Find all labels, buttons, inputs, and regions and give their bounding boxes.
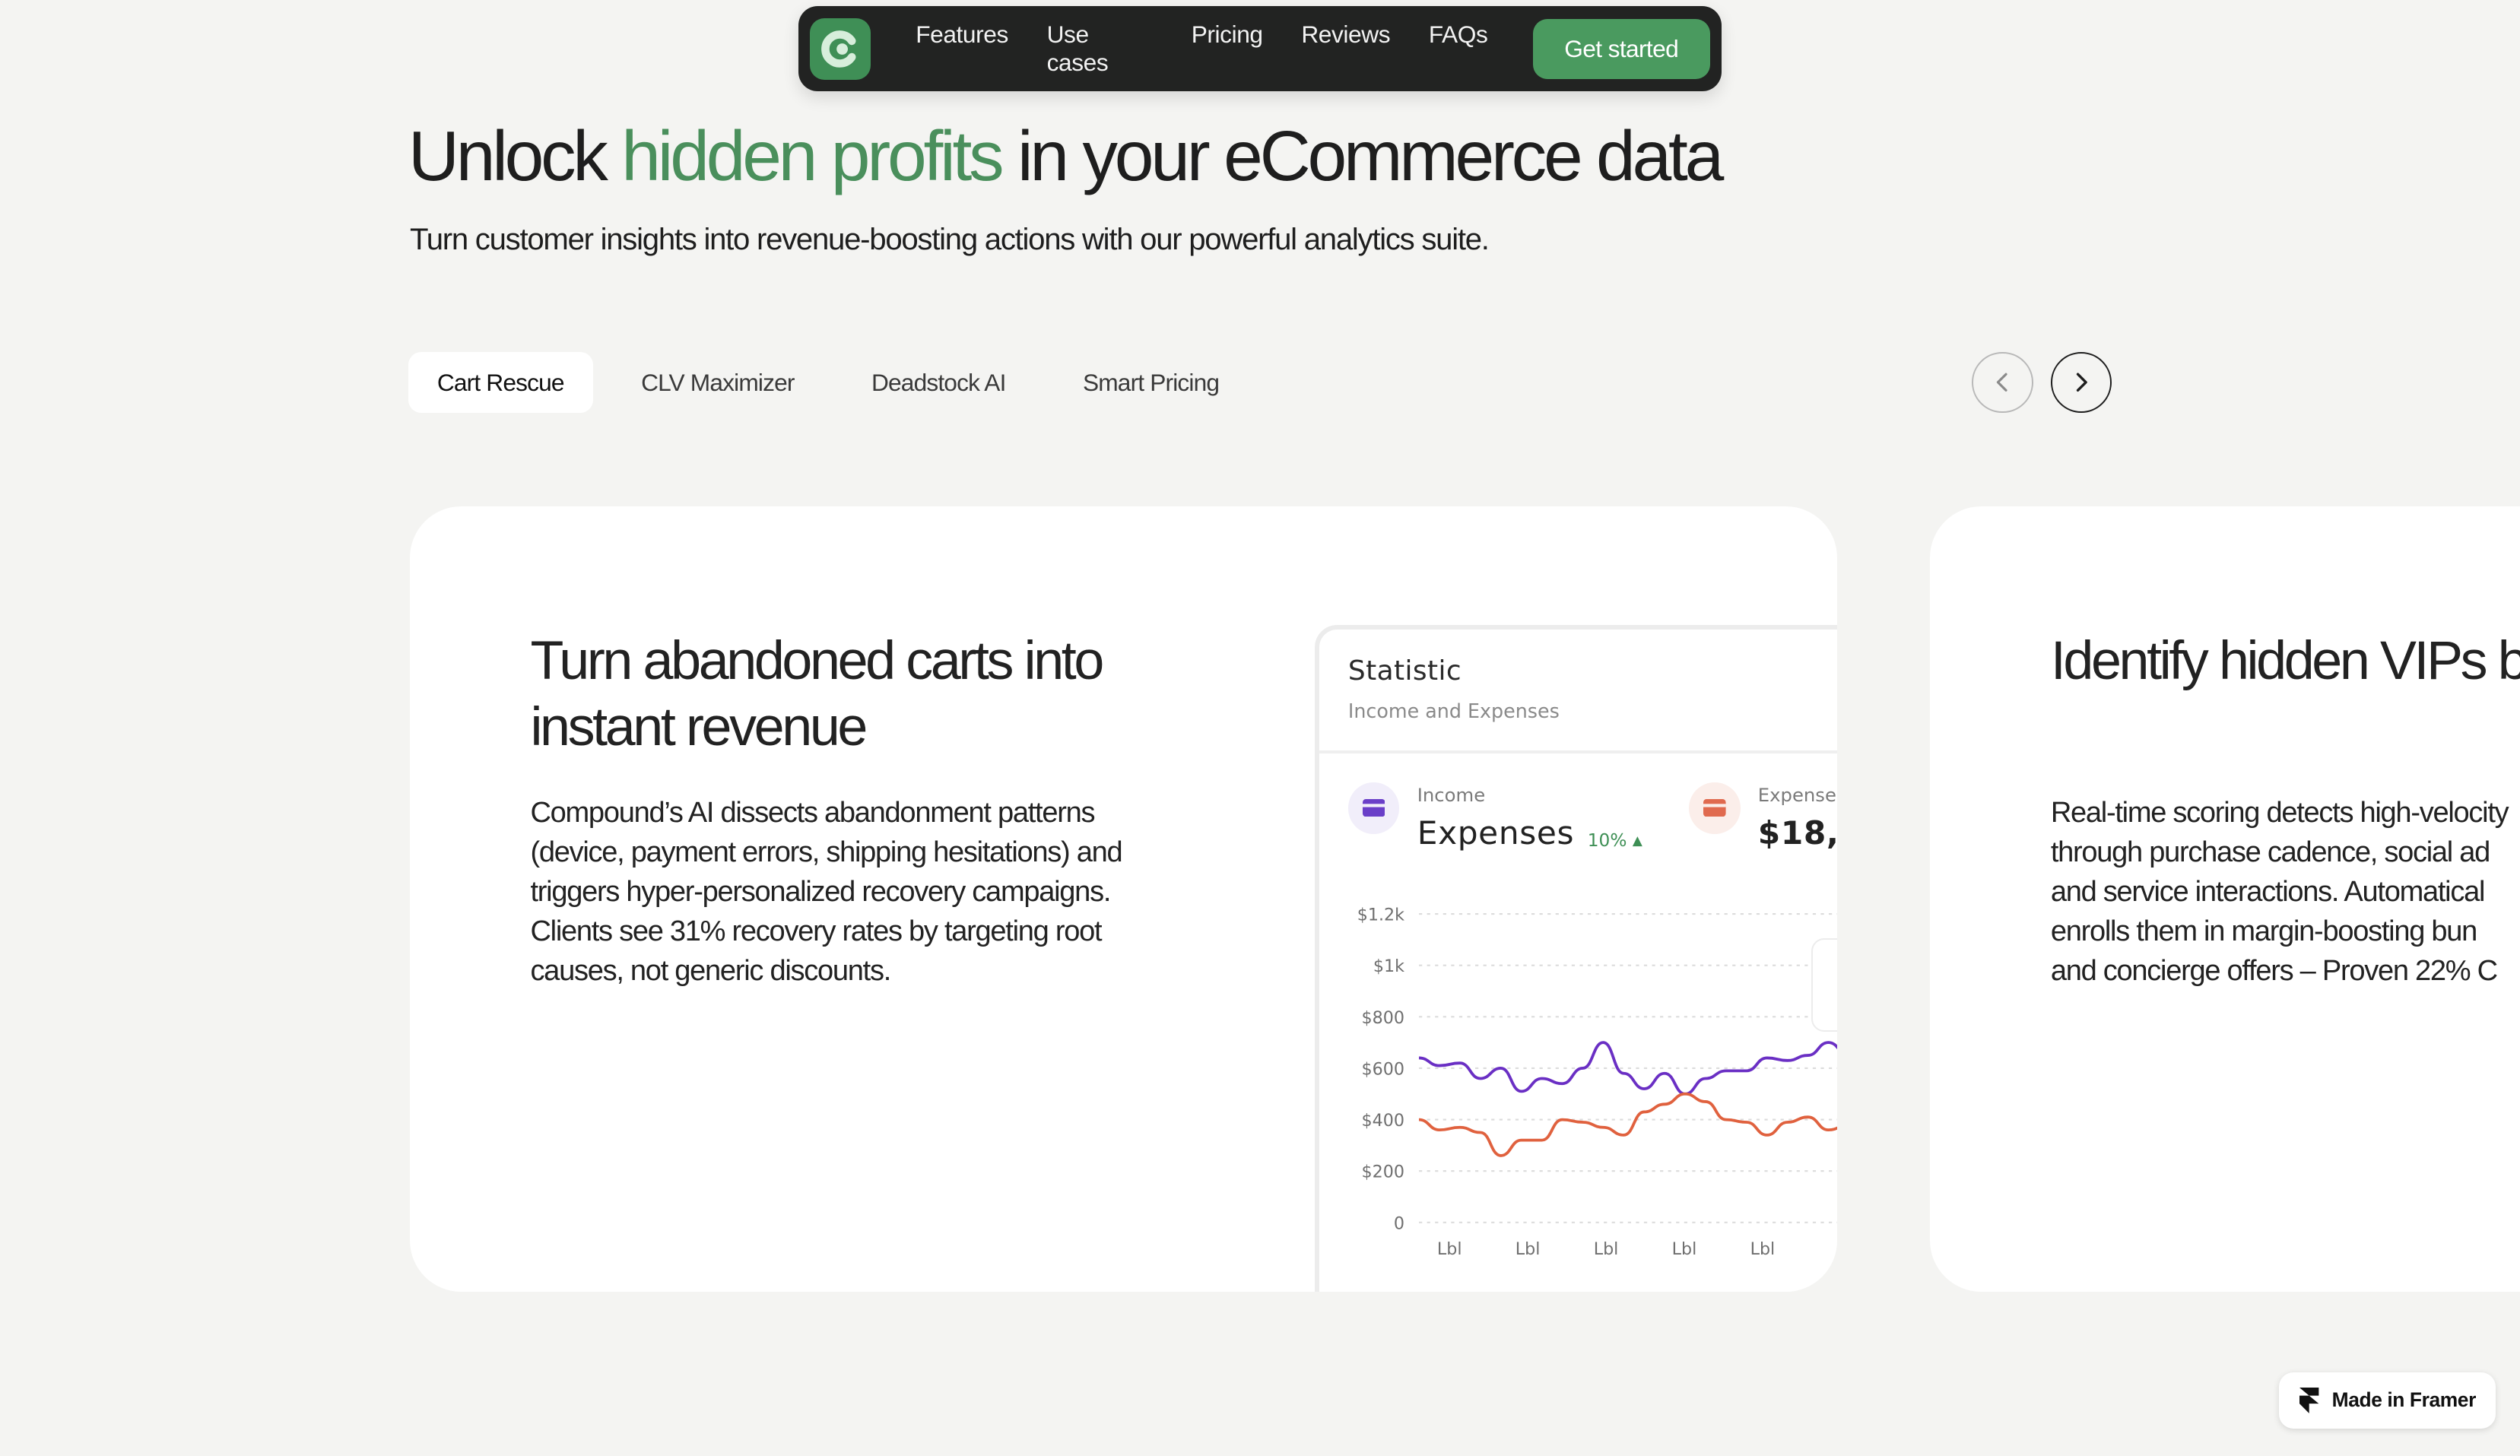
card-body-line: Real-time scoring detects high-velocity — [2050, 797, 2509, 830]
card-body: Compound’s AI dissects abandonment patte… — [530, 797, 1122, 987]
card-title: Identify hidden VIPs buying 3X more — [2051, 628, 2520, 694]
tab-deadstock-ai[interactable]: Deadstock AI — [843, 352, 1035, 413]
feature-card-clv-maximizer: Identify hidden VIPs buying 3X more Real… — [1930, 506, 2520, 1293]
kpi-delta: 10% ▲ — [1588, 830, 1642, 851]
hero-title-accent: hidden profits — [621, 116, 1004, 196]
card-body-line: enrolls them in margin-boosting bun — [2050, 915, 2477, 948]
hero-title: Unlock hidden profits in your eCommerce … — [408, 116, 1725, 197]
card-body-line: and concierge offers – Proven 22% C — [2050, 955, 2498, 987]
y-tick-label: $1k — [1373, 956, 1404, 976]
statistic-title: Statistic — [1347, 655, 1462, 687]
chevron-left-icon — [1996, 373, 2007, 392]
chevron-right-icon — [2077, 373, 2087, 392]
x-tick-label: Lbl — [1594, 1239, 1619, 1259]
made-in-framer-badge[interactable]: Made in Framer — [2278, 1372, 2496, 1429]
logo-icon[interactable] — [810, 18, 871, 80]
feature-card-cart-rescue: Turn abandoned carts into instant revenu… — [409, 506, 1837, 1293]
top-nav: Features Use cases Pricing Reviews FAQs … — [798, 6, 1722, 92]
x-tick-label: Lbl — [1750, 1239, 1775, 1259]
kpi-delta-value: 10% — [1587, 830, 1627, 852]
x-tick-label: Lbl — [1671, 1239, 1696, 1259]
card-icon — [1688, 782, 1741, 834]
tab-smart-pricing[interactable]: Smart Pricing — [1054, 352, 1248, 413]
income-expense-chart: $1.2k $1k $800 $600 $400 $200 0 Lbl Lbl Lbl Lbl Lbl… — [1357, 906, 1837, 1259]
kpi-value: $18,1 — [1757, 814, 1837, 852]
hero-subtitle: Turn customer insights into revenue-boos… — [409, 221, 1490, 256]
nav-link-features[interactable]: Features — [916, 21, 1008, 77]
y-tick-label: $1.2k — [1357, 906, 1404, 925]
y-tick-label: $200 — [1361, 1163, 1404, 1182]
x-tick-label: Lbl — [1437, 1239, 1462, 1259]
chart-tooltip-edge — [1811, 937, 1837, 1032]
nav-link-use-cases[interactable]: Use cases — [1047, 21, 1153, 77]
card-icon — [1347, 782, 1400, 834]
card-title: Turn abandoned carts into instant revenu… — [530, 630, 1104, 758]
y-tick-label: $600 — [1361, 1060, 1404, 1080]
statistic-widget: Statistic Income and Expenses Income Exp… — [1314, 625, 1837, 1293]
tab-clv-maximizer[interactable]: CLV Maximizer — [612, 352, 824, 413]
nav-link-reviews[interactable]: Reviews — [1301, 21, 1390, 77]
kpi-label: Income — [1417, 784, 1486, 807]
nav-link-pricing[interactable]: Pricing — [1192, 21, 1263, 77]
statistic-subtitle: Income and Expenses — [1347, 699, 1560, 722]
badge-label: Made in Framer — [2331, 1388, 2477, 1412]
hero-title-suffix: in your eCommerce data — [1001, 116, 1724, 196]
y-tick-label: 0 — [1394, 1213, 1404, 1233]
nav-links: Features Use cases Pricing Reviews FAQs — [916, 21, 1526, 77]
carousel-prev-button[interactable] — [1972, 351, 2033, 414]
y-tick-label: $800 — [1361, 1008, 1404, 1028]
nav-link-faqs[interactable]: FAQs — [1429, 21, 1488, 77]
x-tick-label: Lbl — [1515, 1239, 1541, 1259]
hero-title-prefix: Unlock — [408, 116, 622, 196]
kpi-value: Expenses — [1417, 814, 1575, 852]
framer-icon — [2299, 1388, 2319, 1413]
card-body-line: through purchase cadence, social ad — [2050, 836, 2490, 869]
tab-cart-rescue[interactable]: Cart Rescue — [408, 351, 593, 414]
carousel-next-button[interactable] — [2050, 351, 2112, 414]
card-body-line: and service interactions. Automatical — [2050, 876, 2486, 909]
statistic-header: Statistic Income and Expenses — [1319, 630, 1837, 753]
card-title-text: Identify hidden VIPs buying 3X more — [2050, 630, 2520, 692]
y-tick-label: $400 — [1361, 1111, 1404, 1131]
card-body: Real-time scoring detects high-velocity … — [2051, 794, 2520, 991]
get-started-button[interactable]: Get started — [1532, 19, 1710, 79]
up-arrow-icon: ▲ — [1632, 833, 1642, 849]
kpi-label: Expense — [1757, 784, 1836, 807]
feature-tabs: Cart Rescue CLV Maximizer Deadstock AI S… — [408, 351, 1268, 414]
expense-series-line — [1418, 1093, 1837, 1157]
